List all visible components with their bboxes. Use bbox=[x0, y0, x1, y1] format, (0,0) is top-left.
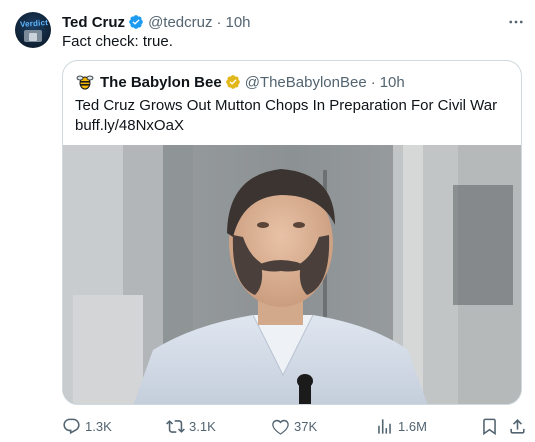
quoted-author-name[interactable]: The Babylon Bee bbox=[100, 74, 222, 91]
bookmark-button[interactable] bbox=[480, 414, 503, 438]
retweet-count: 3.1K bbox=[189, 418, 216, 434]
reply-icon bbox=[63, 418, 80, 434]
author-avatar[interactable]: Verdict bbox=[15, 12, 51, 48]
like-button[interactable]: 37K bbox=[271, 414, 317, 438]
share-icon bbox=[510, 418, 525, 434]
verified-badge-icon bbox=[129, 15, 143, 29]
author-handle[interactable]: @tedcruz bbox=[148, 14, 212, 31]
quoted-separator-dot: · bbox=[370, 73, 376, 91]
reply-button[interactable]: 1.3K bbox=[62, 414, 112, 438]
heart-icon bbox=[272, 419, 289, 435]
like-count: 37K bbox=[294, 418, 318, 434]
quoted-author-handle[interactable]: @TheBabylonBee bbox=[245, 74, 367, 91]
quoted-tweet-card[interactable]: The Babylon Bee @TheBabylonBee · 10h Ted… bbox=[62, 60, 522, 405]
verified-business-badge-icon bbox=[225, 75, 240, 89]
photo-illustration bbox=[63, 145, 521, 404]
views-button[interactable]: 1.6M bbox=[375, 414, 427, 438]
views-chart-icon bbox=[378, 418, 391, 434]
quoted-timestamp[interactable]: 10h bbox=[380, 74, 405, 91]
tweet-text: Fact check: true. bbox=[62, 33, 173, 50]
avatar-logo-text: Verdict bbox=[19, 18, 49, 29]
retweet-button[interactable]: 3.1K bbox=[166, 414, 216, 438]
tweet[interactable]: Verdict Ted Cruz @tedcruz · 10h Fact che… bbox=[0, 0, 535, 442]
babylon-bee-avatar[interactable] bbox=[75, 72, 95, 92]
separator-dot: · bbox=[216, 13, 222, 31]
author-name[interactable]: Ted Cruz bbox=[62, 14, 125, 31]
bookmark-icon bbox=[483, 418, 496, 435]
tweet-timestamp[interactable]: 10h bbox=[225, 14, 250, 31]
quoted-tweet-text: Ted Cruz Grows Out Mutton Chops In Prepa… bbox=[75, 97, 498, 134]
tweet-action-bar: 1.3K 3.1K 37K 1.6M bbox=[62, 414, 527, 438]
more-options-button[interactable] bbox=[506, 12, 526, 32]
avatar-graphic-inner bbox=[29, 33, 37, 41]
retweet-icon bbox=[166, 419, 185, 433]
tweet-header: Ted Cruz @tedcruz · 10h bbox=[62, 12, 251, 32]
share-button[interactable] bbox=[508, 414, 531, 438]
quoted-tweet-photo[interactable] bbox=[63, 145, 521, 404]
more-icon bbox=[509, 20, 523, 24]
reply-count: 1.3K bbox=[85, 418, 112, 434]
views-count: 1.6M bbox=[398, 418, 427, 434]
quoted-tweet-header: The Babylon Bee @TheBabylonBee · 10h bbox=[75, 72, 405, 92]
